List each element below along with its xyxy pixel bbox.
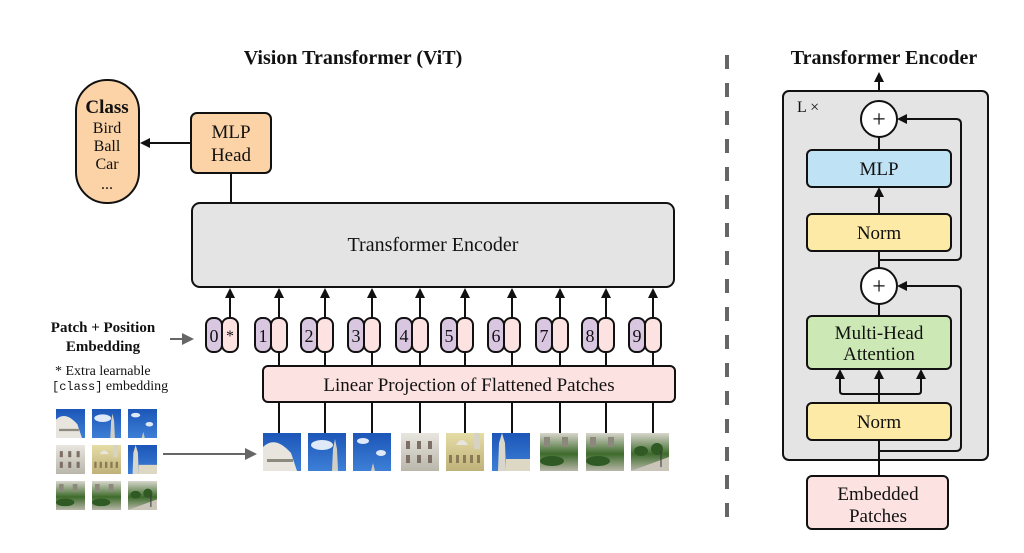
add-icon: +: [872, 107, 886, 133]
token-pair: 5: [440, 288, 474, 366]
image-patch: [586, 433, 624, 471]
image-patch: [92, 481, 121, 510]
encoder-norm-top: Norm: [806, 213, 952, 252]
patch-embedding: [411, 317, 429, 353]
input-image-grid: [56, 409, 157, 510]
patch-embedding: [551, 317, 569, 353]
position-index: 7: [540, 326, 549, 346]
image-patch: [446, 433, 484, 471]
patch-embedding: [644, 317, 662, 353]
vit-diagram: Vision Transformer (ViT) Class Bird Ball…: [51, 47, 989, 530]
class-title: Class: [85, 97, 128, 118]
add-icon: +: [872, 274, 886, 300]
transformer-encoder-label: Transformer Encoder: [348, 234, 519, 256]
token-pair: 8: [581, 288, 615, 366]
token-pair: 3: [347, 288, 381, 366]
mha-label: Attention: [843, 344, 915, 365]
linear-projection-label: Linear Projection of Flattened Patches: [323, 375, 614, 396]
image-patch: [128, 481, 157, 510]
encoder-mlp-box: MLP: [806, 149, 952, 188]
token-pair: 4: [395, 288, 429, 366]
token-pair: 0 *: [205, 288, 239, 353]
token-pair: 9: [628, 288, 662, 366]
position-index: 9: [633, 326, 642, 346]
norm-label: Norm: [857, 223, 902, 244]
multi-head-attention-box: Multi-Head Attention: [806, 315, 952, 370]
image-patch: [56, 481, 85, 510]
patch-embedding: [597, 317, 615, 353]
patch-embedding: [456, 317, 474, 353]
patch-embedding: [316, 317, 334, 353]
patch-position-label: Patch + Position: [51, 320, 156, 336]
transformer-encoder-box: Transformer Encoder: [191, 202, 675, 288]
image-patch: [353, 433, 391, 471]
position-index: 2: [305, 326, 314, 346]
image-patch: [56, 409, 85, 438]
position-index: 1: [259, 326, 268, 346]
embedded-patches-box: Embedded Patches: [806, 475, 949, 530]
token-pair: 1: [254, 288, 288, 366]
vit-title: Vision Transformer (ViT): [244, 47, 463, 69]
token-pair: 6: [487, 288, 521, 366]
flattened-patch-sequence: [263, 402, 669, 471]
image-patch: [492, 433, 530, 471]
class-item: Ball: [94, 138, 121, 155]
image-patch: [263, 433, 301, 471]
image-patch: [92, 445, 121, 474]
position-index: 5: [445, 326, 454, 346]
image-patch: [631, 433, 669, 471]
image-patch: [92, 409, 121, 438]
position-index: 3: [352, 326, 361, 346]
token-pair: 7: [535, 288, 569, 366]
embedded-patches-label: Embedded: [837, 484, 919, 505]
mlp-head-box: MLP Head: [190, 112, 272, 174]
extra-learnable-note: * Extra learnable: [55, 364, 151, 379]
mlp-head-label: MLP: [211, 122, 250, 143]
mha-label: Multi-Head: [835, 323, 924, 344]
image-patch: [56, 445, 85, 474]
encoder-mlp-label: MLP: [859, 159, 898, 180]
embedded-patches-label: Patches: [849, 506, 907, 527]
patch-embedding: [503, 317, 521, 353]
image-patch: [128, 409, 157, 438]
encoder-title: Transformer Encoder: [791, 47, 978, 69]
position-index: 6: [492, 326, 501, 346]
residual-add-middle: +: [860, 267, 898, 305]
class-output-box: Class Bird Ball Car ...: [75, 79, 140, 204]
image-patch: [128, 445, 157, 474]
position-index: 8: [586, 326, 595, 346]
class-item: Car: [95, 156, 119, 173]
norm-label: Norm: [857, 412, 902, 433]
patch-embedding: [363, 317, 381, 353]
image-patch: [401, 433, 439, 471]
encoder-norm-bottom: Norm: [806, 402, 952, 441]
linear-projection-box: Linear Projection of Flattened Patches: [262, 365, 676, 403]
patch-embedding: [270, 317, 288, 353]
token-pair: 2: [300, 288, 334, 366]
class-token-star: *: [226, 328, 234, 345]
repeat-label: L ×: [797, 99, 819, 116]
position-index: 4: [400, 326, 409, 346]
residual-add-top: +: [860, 100, 898, 138]
embedding-tokens: 0 * 1 2 3 4 5 6 7 8 9: [205, 288, 662, 366]
image-patch: [540, 433, 578, 471]
position-index: 0: [210, 326, 219, 346]
patch-position-label: Embedding: [66, 339, 141, 355]
image-patch: [308, 433, 346, 471]
class-embedding-note: [class] embedding: [52, 379, 168, 394]
class-code: [class]: [52, 380, 102, 394]
class-embedding-rest: embedding: [102, 379, 168, 394]
class-item: Bird: [93, 120, 121, 137]
mlp-head-label: Head: [211, 145, 252, 166]
class-item: ...: [101, 176, 113, 193]
